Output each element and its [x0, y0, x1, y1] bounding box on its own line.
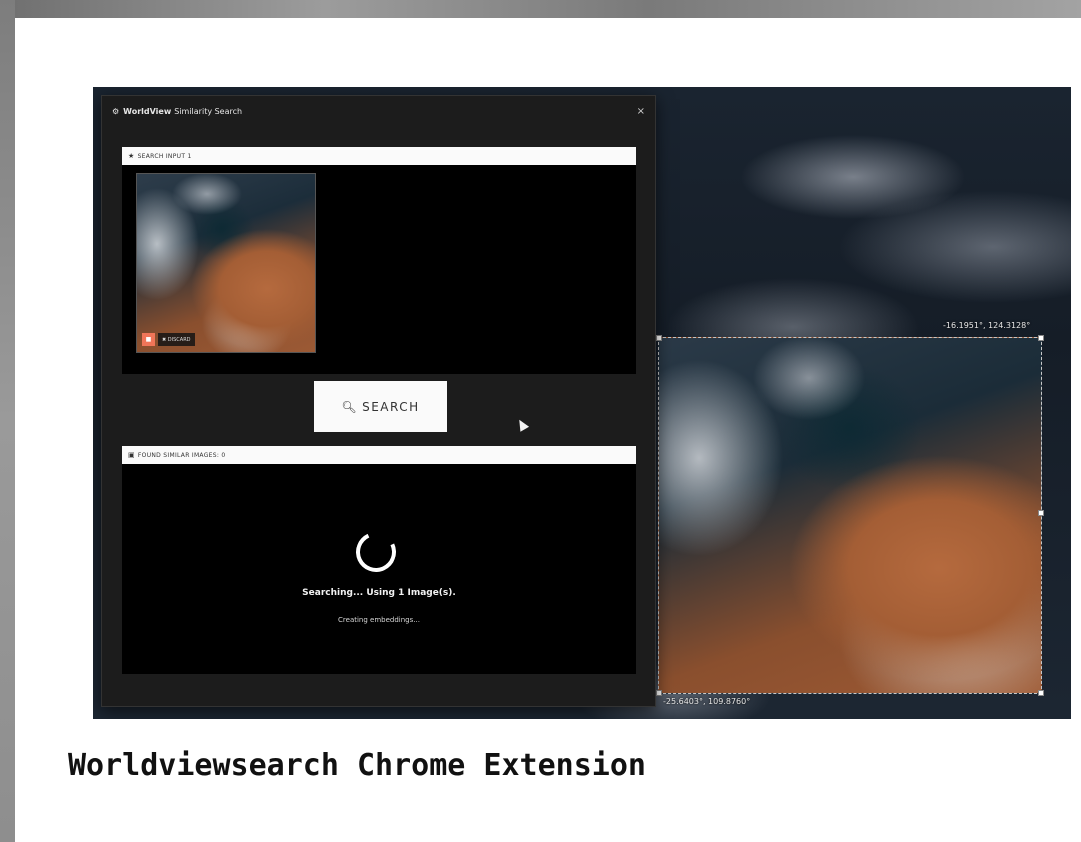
map-selection-box[interactable]	[656, 335, 1044, 696]
worldview-logo-icon: ⚙	[112, 106, 120, 116]
discard-button[interactable]: ✖ DISCARD	[158, 333, 195, 346]
search-button-label: SEARCH	[362, 399, 420, 414]
search-input-label: SEARCH INPUT 1	[137, 152, 192, 160]
results-bar: ▣ FOUND SIMILAR IMAGES: 0	[122, 446, 636, 464]
results-panel: ▣ FOUND SIMILAR IMAGES: 0 Searching... U…	[122, 446, 636, 674]
search-input-panel: ★ SEARCH INPUT 1 ■ ✖ DISCARD	[122, 147, 636, 374]
search-input-bar: ★ SEARCH INPUT 1	[122, 147, 636, 165]
thumbnail-actions: ■ ✖ DISCARD	[142, 333, 195, 346]
similarity-search-popup: ⚙ WorldView Similarity Search × ★ SEARCH…	[101, 95, 656, 707]
discard-label: DISCARD	[167, 336, 191, 343]
selection-handle-bottom-right[interactable]	[1038, 690, 1044, 696]
status-sub-text: Creating embeddings...	[338, 616, 420, 624]
status-main-text: Searching... Using 1 Image(s).	[302, 588, 456, 598]
photo-border-top	[0, 0, 1081, 18]
input-image-thumbnail[interactable]: ■ ✖ DISCARD	[136, 173, 316, 353]
select-image-button[interactable]: ■	[142, 333, 155, 346]
close-button[interactable]: ×	[637, 106, 645, 117]
results-label: FOUND SIMILAR IMAGES: 0	[137, 451, 226, 459]
page-heading: Worldviewsearch Chrome Extension	[68, 748, 646, 783]
page-card: -16.1951°, 124.3128° -25.6403°, 109.8760…	[15, 18, 1081, 842]
search-button[interactable]: 🔍︎ SEARCH	[314, 381, 447, 432]
photo-border-left	[0, 0, 15, 842]
popup-brand: WorldView	[123, 106, 172, 116]
selection-handle-top-right[interactable]	[1038, 335, 1044, 341]
loading-spinner-icon	[350, 526, 402, 578]
search-icon: 🔍︎	[341, 399, 359, 414]
popup-title: Similarity Search	[174, 106, 243, 116]
images-icon: ▣	[128, 451, 135, 459]
selection-handle-bottom-left[interactable]	[656, 690, 662, 696]
extension-screenshot: -16.1951°, 124.3128° -25.6403°, 109.8760…	[93, 87, 1071, 719]
selection-handle-mid-right[interactable]	[1038, 510, 1044, 516]
coord-bottom-left: -25.6403°, 109.8760°	[663, 697, 751, 706]
star-icon: ★	[128, 152, 135, 160]
selection-handle-top-left[interactable]	[656, 335, 662, 341]
popup-header: ⚙ WorldView Similarity Search ×	[102, 96, 655, 126]
coord-top-right: -16.1951°, 124.3128°	[943, 321, 1031, 330]
